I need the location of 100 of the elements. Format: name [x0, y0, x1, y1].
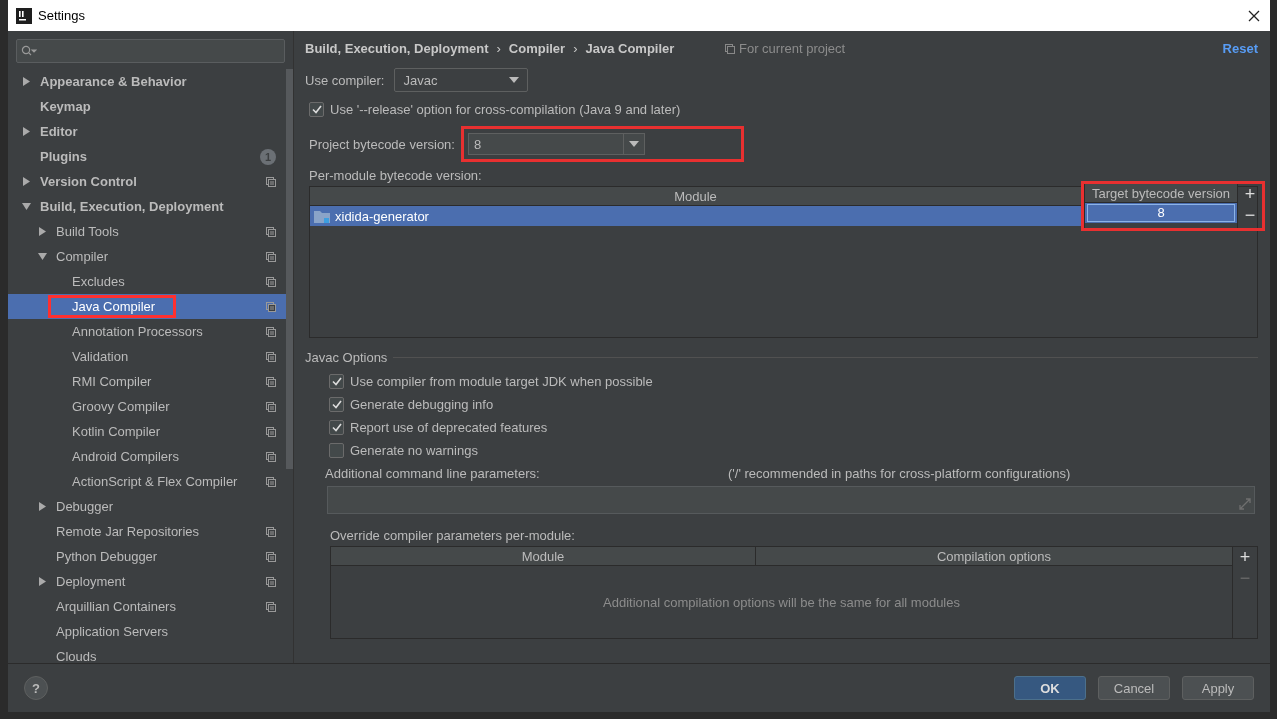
checkbox[interactable] [329, 420, 344, 435]
hint-text: ('/' recommended in paths for cross-platform configurations) [728, 465, 1071, 481]
app-logo-icon [16, 7, 32, 24]
checkbox-label: Generate debugging info [350, 397, 494, 412]
window-title: Settings [38, 8, 86, 23]
sidebar-item[interactable]: Deployment [8, 569, 286, 594]
field-label: Additional command line parameters: [325, 465, 541, 481]
expanded-arrow-icon[interactable] [22, 202, 31, 211]
item-label: Build, Execution, Deployment [39, 198, 225, 216]
sidebar-item[interactable]: Validation [8, 344, 286, 369]
dialog-button[interactable]: Apply [1182, 676, 1254, 700]
collapsed-arrow-icon[interactable] [38, 227, 47, 236]
item-label: Android Compilers [71, 448, 180, 466]
item-label: Validation [71, 348, 130, 366]
item-label: Kotlin Compiler [71, 423, 162, 441]
project-scope-icon [266, 226, 276, 237]
section-title: Javac Options [305, 349, 388, 365]
sidebar-item[interactable]: Version Control [8, 169, 286, 194]
close-icon[interactable] [1248, 9, 1260, 22]
item-label: Version Control [39, 173, 138, 191]
sidebar-item[interactable]: ActionScript & Flex Compiler [8, 469, 286, 494]
caret-icon [509, 77, 520, 83]
sidebar-item[interactable]: Editor [8, 119, 286, 144]
item-label: Remote Jar Repositories [55, 523, 201, 541]
item-label: Deployment [55, 573, 127, 591]
project-scope-icon [266, 376, 276, 387]
expanded-arrow-icon[interactable] [38, 252, 47, 261]
sidebar-item[interactable]: Build, Execution, Deployment [8, 194, 286, 219]
sidebar-item[interactable]: Kotlin Compiler [8, 419, 286, 444]
collapsed-arrow-icon[interactable] [38, 577, 47, 586]
sidebar-item[interactable]: Keymap [8, 94, 286, 119]
sidebar-item[interactable]: Groovy Compiler [8, 394, 286, 419]
project-scope-icon [266, 551, 276, 562]
sidebar-item[interactable]: Arquillian Containers [8, 594, 286, 619]
sidebar-item[interactable]: Appearance & Behavior [8, 69, 286, 94]
empty-message: Additional compilation options will be the same for all modules [603, 594, 960, 610]
table-cell[interactable]: xidida-generator [310, 206, 1081, 226]
column-header: Compilation options [755, 547, 1232, 566]
search-field[interactable] [16, 39, 285, 63]
bytecode-dropdown[interactable]: 8 [467, 133, 645, 155]
collapsed-arrow-icon[interactable] [22, 127, 31, 136]
collapsed-arrow-icon[interactable] [38, 502, 47, 511]
add-button[interactable]: + [1244, 184, 1256, 205]
item-label: Debugger [55, 498, 115, 516]
sidebar-item[interactable]: Java Compiler [8, 294, 286, 319]
project-scope-icon [266, 301, 276, 312]
scrollbar[interactable] [286, 69, 293, 469]
item-label: Java Compiler [48, 295, 177, 318]
dialog-button[interactable]: Cancel [1098, 676, 1170, 700]
sidebar-item[interactable]: Android Compilers [8, 444, 286, 469]
add-button[interactable]: + [1239, 547, 1251, 568]
project-scope-icon [266, 326, 276, 337]
reset-link[interactable]: Reset [1222, 41, 1258, 56]
checkbox[interactable] [309, 101, 324, 117]
sidebar-item[interactable]: Clouds [8, 644, 286, 669]
collapsed-arrow-icon[interactable] [22, 77, 31, 86]
remove-button[interactable]: − [1244, 205, 1256, 226]
compiler-dropdown[interactable]: Javac [394, 68, 529, 92]
sidebar-item[interactable]: Compiler [8, 244, 286, 269]
project-scope-icon [266, 251, 276, 262]
checkbox-label: Use '--release' option for cross-compilation (Java 9 and later) [330, 101, 681, 117]
section-label: Override compiler parameters per-module: [330, 527, 575, 543]
sidebar-item[interactable]: Build Tools [8, 219, 286, 244]
breadcrumb-item: Java Compiler [585, 41, 675, 56]
field-label: Project bytecode version: [309, 136, 455, 152]
checkbox-label: Generate no warnings [350, 443, 478, 458]
sidebar-item[interactable]: Python Debugger [8, 544, 286, 569]
checkbox[interactable] [329, 443, 344, 458]
sidebar-item[interactable]: Remote Jar Repositories [8, 519, 286, 544]
item-label: Excludes [71, 273, 126, 291]
item-label: ActionScript & Flex Compiler [71, 473, 239, 491]
breadcrumb-item: Compiler [508, 41, 566, 56]
project-scope-icon [266, 476, 276, 487]
project-scope-icon [266, 526, 276, 537]
column-header: Module [310, 187, 1081, 206]
version-field[interactable]: 8 [1087, 204, 1235, 222]
item-label: Keymap [39, 98, 92, 116]
breadcrumb-separator: › [496, 41, 501, 56]
sidebar-item[interactable]: RMI Compiler [8, 369, 286, 394]
checkbox-label: Use compiler from module target JDK when possible [350, 374, 653, 389]
folder-icon [314, 209, 330, 223]
checkbox[interactable] [329, 397, 344, 412]
dialog-button[interactable]: OK [1014, 676, 1086, 700]
sidebar-item[interactable]: Excludes [8, 269, 286, 294]
sidebar-item[interactable]: Application Servers [8, 619, 286, 644]
item-label: Build Tools [55, 223, 120, 241]
checkbox[interactable] [329, 374, 344, 389]
project-scope-icon [266, 276, 276, 287]
collapsed-arrow-icon[interactable] [22, 177, 31, 186]
parameters-field[interactable] [327, 486, 1255, 514]
breadcrumb-item: Build, Execution, Deployment [305, 41, 489, 56]
field-label: Use compiler: [305, 72, 385, 88]
caret-icon [628, 141, 639, 147]
sidebar-item[interactable]: Annotation Processors [8, 319, 286, 344]
item-label: Compiler [55, 248, 109, 266]
project-scope-icon [266, 576, 276, 587]
project-scope-icon [725, 43, 735, 54]
sidebar-item[interactable]: Debugger [8, 494, 286, 519]
item-label: Editor [39, 123, 79, 141]
help-button[interactable]: ? [24, 676, 48, 700]
